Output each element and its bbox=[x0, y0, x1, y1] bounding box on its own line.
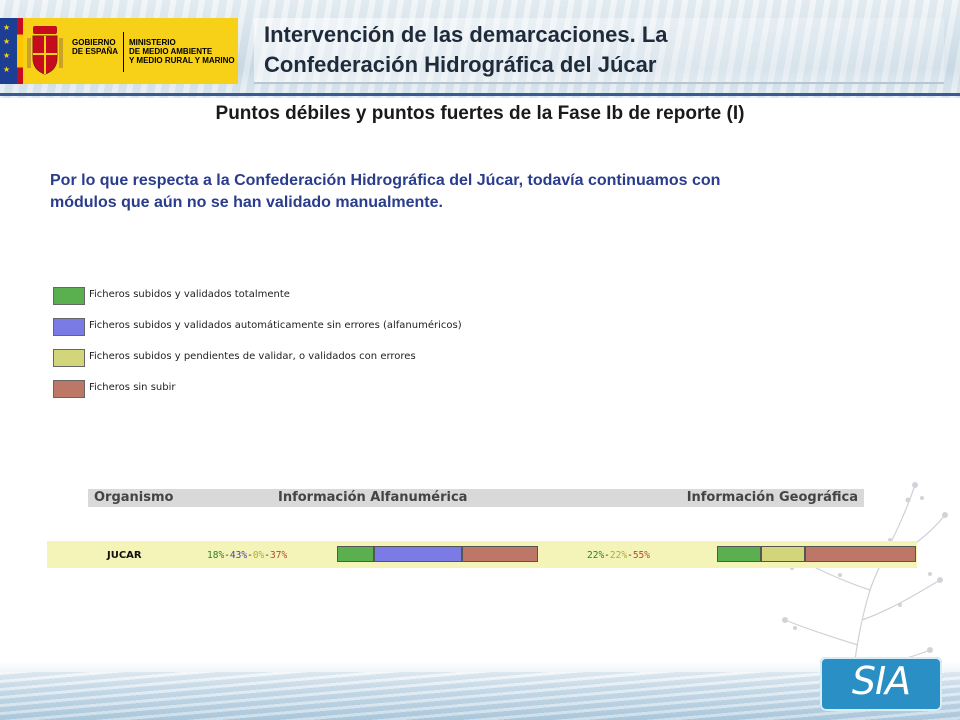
header-divider bbox=[0, 93, 960, 96]
legend-swatch-green bbox=[53, 287, 85, 305]
table-header: Organismo Información Alfanumérica Infor… bbox=[88, 489, 864, 507]
title-box: Intervención de las demarcaciones. La Co… bbox=[254, 18, 944, 84]
legend-label: Ficheros sin subir bbox=[89, 382, 176, 393]
pct-part: 18% bbox=[207, 550, 225, 561]
header-alfanumerica: Información Alfanumérica bbox=[278, 490, 468, 505]
segment-validated bbox=[717, 546, 761, 562]
pct-part: 37% bbox=[270, 550, 288, 561]
geo-percentages: 22%-22%-55% bbox=[587, 550, 650, 561]
footer-banner bbox=[0, 662, 960, 720]
segment-not-uploaded bbox=[805, 546, 916, 562]
legend-swatch-brown bbox=[53, 380, 85, 398]
page-title: Intervención de las demarcaciones. La Co… bbox=[264, 22, 668, 77]
coat-of-arms-icon bbox=[27, 26, 63, 75]
segment-pending bbox=[761, 546, 805, 562]
government-logo: ★ ★ ★ ★ GOBIERNO DE ESPAÑA MINISTERIO DE ME… bbox=[0, 18, 238, 84]
eu-flag-icon: ★ ★ ★ ★ bbox=[0, 18, 17, 84]
intro-paragraph: Por lo que respecta a la Confederación H… bbox=[50, 172, 721, 211]
alfa-percentages: 18%-43%-0%-37% bbox=[207, 550, 287, 561]
legend-label: Ficheros subidos y validados totalmente bbox=[89, 289, 290, 300]
pct-part: 22% bbox=[587, 550, 605, 561]
segment-validated bbox=[337, 546, 374, 562]
organismo-cell: JUCAR bbox=[107, 550, 142, 561]
geo-progress-bar bbox=[717, 546, 917, 562]
header-organismo: Organismo bbox=[94, 490, 174, 505]
header-geografica: Información Geográfica bbox=[686, 490, 858, 505]
sia-logo: SIA bbox=[820, 657, 942, 711]
sia-logo-text: SIA bbox=[851, 659, 911, 703]
pct-part: 43% bbox=[229, 550, 248, 561]
pct-part: 0% bbox=[252, 550, 265, 561]
legend-label: Ficheros subidos y validados automáticam… bbox=[89, 320, 462, 331]
ministry-name: MINISTERIO DE MEDIO AMBIENTE Y MEDIO RUR… bbox=[129, 38, 235, 65]
legend-swatch-khaki bbox=[53, 349, 85, 367]
legend-swatch-blue bbox=[53, 318, 85, 336]
logo-divider bbox=[123, 32, 124, 72]
spain-flag-icon bbox=[17, 18, 23, 84]
government-name: GOBIERNO DE ESPAÑA bbox=[72, 38, 119, 56]
segment-auto-validated bbox=[374, 546, 462, 562]
pct-part: 22% bbox=[609, 550, 628, 561]
pct-part: 55% bbox=[632, 550, 650, 561]
legend-label: Ficheros subidos y pendientes de validar… bbox=[89, 351, 416, 362]
alfa-progress-bar bbox=[337, 546, 538, 562]
slide-subtitle: Puntos débiles y puntos fuertes de la Fa… bbox=[215, 103, 745, 124]
segment-not-uploaded bbox=[462, 546, 538, 562]
table-row: JUCAR 18%-43%-0%-37% 22%-22%-55% bbox=[47, 541, 917, 568]
